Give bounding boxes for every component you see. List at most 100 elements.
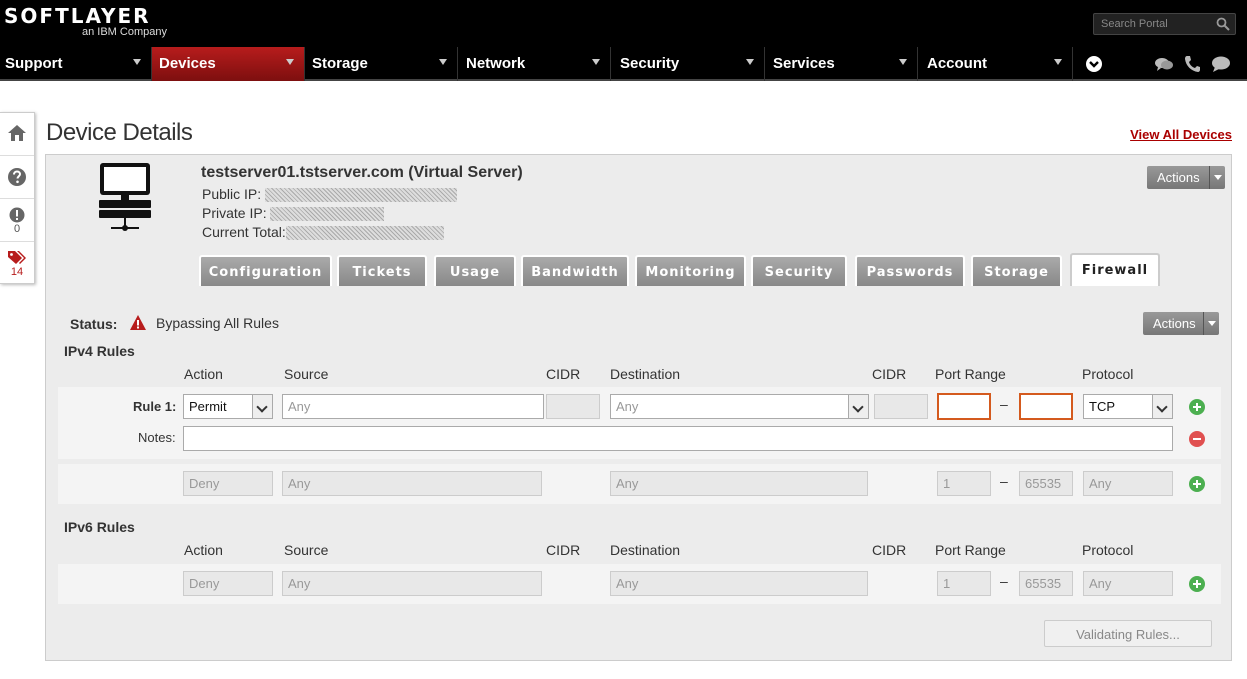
ipv6-default-source: Any (282, 571, 542, 596)
chevron-down-icon (1054, 59, 1062, 65)
sidebar-item-help[interactable] (0, 156, 34, 199)
chat-icon[interactable] (1154, 55, 1174, 73)
chevron-down-icon (592, 59, 600, 65)
ipv6-rules-title: IPv6 Rules (64, 519, 135, 535)
tab-configuration[interactable]: Configuration (199, 255, 332, 286)
tab-tickets[interactable]: Tickets (337, 255, 427, 286)
sidebar-item-alerts[interactable]: 0 (0, 199, 34, 242)
nav-security-label: Security (620, 55, 680, 72)
search-icon[interactable] (1216, 17, 1230, 31)
public-ip-value (265, 188, 458, 203)
tab-security[interactable]: Security (751, 255, 847, 286)
nav-support[interactable]: Support (0, 47, 152, 81)
nav-account[interactable]: Account (918, 47, 1073, 81)
nav-security[interactable]: Security (611, 47, 765, 81)
tab-usage-label: Usage (449, 265, 501, 280)
status-label: Status: (70, 316, 118, 332)
nav-network[interactable]: Network (458, 47, 611, 81)
current-total-value (285, 226, 444, 241)
public-ip-row: Public IP: (202, 186, 458, 203)
sidebar-item-home[interactable] (0, 113, 34, 156)
ipv4-default-action: Deny (183, 471, 273, 496)
chevron-down-icon (746, 59, 754, 65)
ipv6-default-port-dash: – (1000, 573, 1008, 589)
view-all-devices-link[interactable]: View All Devices (1130, 127, 1232, 142)
remove-rule-icon[interactable] (1189, 431, 1205, 447)
ipv6-default-rule-row: Deny Any Any 1 – 65535 Any (58, 564, 1221, 604)
validate-rules-button[interactable]: Validating Rules... (1044, 620, 1212, 647)
chevron-down-icon (1209, 166, 1225, 189)
col-destination: Destination (610, 366, 681, 382)
more-menu-icon[interactable] (1085, 55, 1103, 73)
public-ip-label: Public IP: (202, 186, 262, 202)
tags-icon (8, 251, 26, 264)
ipv4-default-destination-value: Any (616, 476, 639, 491)
ipv4-default-source: Any (282, 471, 542, 496)
tags-count: 14 (10, 266, 24, 278)
ipv6-default-source-value: Any (288, 576, 311, 591)
device-actions-button[interactable]: Actions (1147, 166, 1225, 189)
ipv6-default-port-to-value: 65535 (1025, 576, 1062, 591)
tab-firewall[interactable]: Firewall (1070, 253, 1160, 286)
rule-1-port-from[interactable] (937, 393, 991, 420)
ipv6-default-action-value: Deny (189, 576, 220, 591)
ipv4-default-rule-row: Deny Any Any 1 – 65535 Any (58, 464, 1221, 504)
ipv6-default-protocol: Any (1083, 571, 1173, 596)
rule-1-source-input[interactable]: Any (282, 394, 544, 419)
col-port-range: Port Range (935, 366, 1006, 382)
rule-1-action-select[interactable]: Permit (183, 394, 273, 419)
rule-1-destination-select[interactable]: Any (610, 394, 869, 419)
tab-storage[interactable]: Storage (971, 255, 1062, 286)
alert-icon (9, 207, 25, 223)
main-nav: Support Devices Storage Network Security… (0, 47, 1247, 81)
ipv4-default-action-value: Deny (189, 476, 220, 491)
tab-passwords[interactable]: Passwords (855, 255, 965, 286)
rule-1-port-dash: – (1000, 396, 1008, 412)
chevron-down-icon (899, 59, 907, 65)
tab-bandwidth[interactable]: Bandwidth (521, 255, 629, 286)
ipv6-col-action: Action (184, 542, 223, 558)
ipv4-default-protocol: Any (1083, 471, 1173, 496)
tab-monitoring[interactable]: Monitoring (635, 255, 746, 286)
ipv4-default-port-from: 1 (937, 471, 991, 496)
rule-1-port-to[interactable] (1019, 393, 1073, 420)
nav-devices[interactable]: Devices (152, 47, 305, 81)
help-icon (8, 168, 26, 186)
firewall-actions-button[interactable]: Actions (1143, 312, 1219, 335)
rule-1-destination-cidr[interactable] (874, 394, 928, 419)
rule-1-source-cidr[interactable] (546, 394, 600, 419)
chevron-down-icon (848, 395, 868, 418)
message-icon[interactable] (1211, 55, 1231, 73)
rule-1-protocol-select[interactable]: TCP (1083, 394, 1173, 419)
ipv6-default-protocol-value: Any (1089, 576, 1112, 591)
nav-services[interactable]: Services (765, 47, 918, 81)
brand-logo[interactable]: SOFTLAYER (4, 6, 151, 26)
device-name: testserver01.tstserver.com (Virtual Serv… (201, 164, 523, 181)
chevron-down-icon (252, 395, 272, 418)
ipv6-col-cidr: CIDR (546, 542, 581, 558)
add-ipv6-rule-icon[interactable] (1189, 576, 1205, 592)
nav-storage[interactable]: Storage (305, 47, 458, 81)
phone-icon[interactable] (1184, 55, 1200, 73)
chevron-down-icon (439, 59, 447, 65)
device-actions-label: Actions (1157, 170, 1200, 185)
rule-1-action-value: Permit (189, 399, 227, 414)
sidebar-item-tags[interactable]: 14 (0, 242, 34, 285)
add-ipv4-rule-icon[interactable] (1189, 476, 1205, 492)
rule-1-notes-input[interactable] (183, 426, 1173, 451)
page-title: Device Details (46, 119, 193, 146)
nav-devices-label: Devices (159, 55, 216, 72)
tab-passwords-label: Passwords (866, 265, 954, 280)
ipv4-default-port-from-value: 1 (943, 476, 951, 491)
private-ip-label: Private IP: (202, 205, 267, 221)
device-panel: testserver01.tstserver.com (Virtual Serv… (45, 154, 1232, 661)
rule-1-destination-placeholder: Any (616, 399, 639, 414)
col-action: Action (184, 366, 223, 382)
ipv6-col-protocol: Protocol (1082, 542, 1134, 558)
search-input[interactable]: Search Portal (1093, 13, 1236, 35)
ipv6-col-cidr-destination: CIDR (872, 542, 907, 558)
add-rule-icon[interactable] (1189, 399, 1205, 415)
virtual-server-icon (99, 163, 151, 231)
quick-sidebar: 0 14 (0, 112, 35, 284)
tab-usage[interactable]: Usage (434, 255, 516, 286)
